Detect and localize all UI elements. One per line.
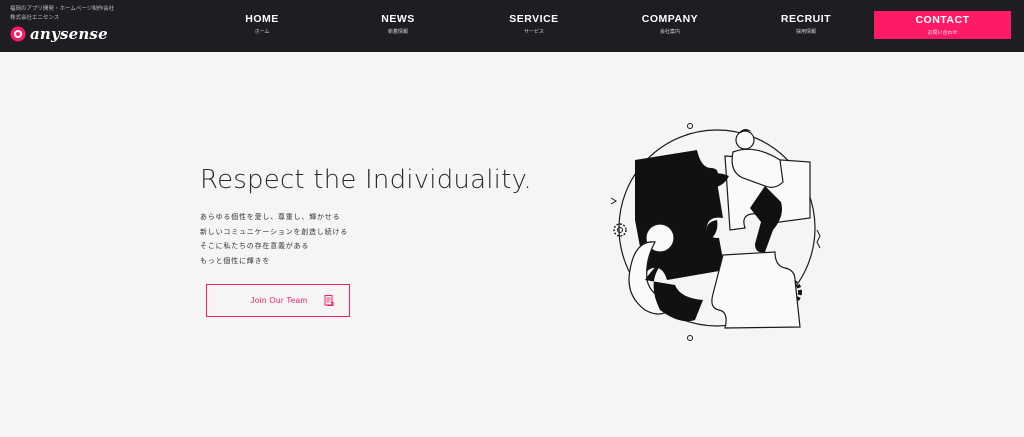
nav-service[interactable]: SERVICE サービス	[504, 12, 564, 38]
contact-sublabel: お問い合わせ	[927, 30, 958, 36]
nav-label: COMPANY	[641, 13, 699, 25]
brand-tagline: 福岡のアプリ開発・ホームページ制作会社 株式会社エニセンス	[10, 5, 150, 23]
nav-label: NEWS	[381, 13, 415, 25]
lead-line: もっと個性に輝きを	[200, 256, 271, 265]
contact-button[interactable]: CONTACT お問い合わせ	[874, 11, 1011, 39]
nav-news[interactable]: NEWS 新着情報	[368, 12, 428, 38]
lead-line: 新しいコミュニケーションを創造し続ける	[200, 227, 349, 236]
nav-home[interactable]: HOME ホーム	[232, 12, 292, 38]
brand-tagline-line2: 株式会社エニセンス	[10, 15, 60, 21]
nav-sublabel: 会社案内	[659, 29, 680, 35]
nav-sublabel: 新着情報	[387, 29, 408, 35]
anysense-logo-icon	[10, 26, 26, 42]
lead-line: そこに私たちの存在意義がある	[200, 242, 310, 250]
nav-label: RECRUIT	[780, 13, 832, 25]
lead-line: あらゆる個性を愛し、尊重し、輝かせる	[200, 213, 341, 221]
nav-sublabel: 採用情報	[795, 29, 816, 35]
document-icon	[324, 295, 334, 306]
puzzle-teamwork-illustration	[610, 123, 821, 341]
nav-company[interactable]: COMPANY 会社案内	[635, 12, 705, 38]
brand-name: anysense	[30, 25, 108, 43]
nav-recruit[interactable]: RECRUIT 採用情報	[776, 12, 836, 38]
nav-sublabel: サービス	[523, 29, 544, 35]
site-header: 福岡のアプリ開発・ホームページ制作会社 株式会社エニセンス anysense H…	[0, 0, 1024, 52]
hero-headline: Respect the Individuality.	[200, 165, 532, 195]
brand[interactable]: 福岡のアプリ開発・ホームページ制作会社 株式会社エニセンス anysense	[10, 5, 150, 49]
contact-label: CONTACT	[915, 14, 970, 26]
nav-label: HOME	[245, 13, 279, 25]
brand-tagline-line1: 福岡のアプリ開発・ホームページ制作会社	[10, 6, 115, 12]
brand-logo-row[interactable]: anysense	[10, 24, 108, 44]
nav-label: SERVICE	[509, 13, 559, 25]
nav-sublabel: ホーム	[254, 29, 270, 35]
hero-lead: あらゆる個性を愛し、尊重し、輝かせる 新しいコミュニケーションを創造し続ける そ…	[200, 210, 348, 268]
